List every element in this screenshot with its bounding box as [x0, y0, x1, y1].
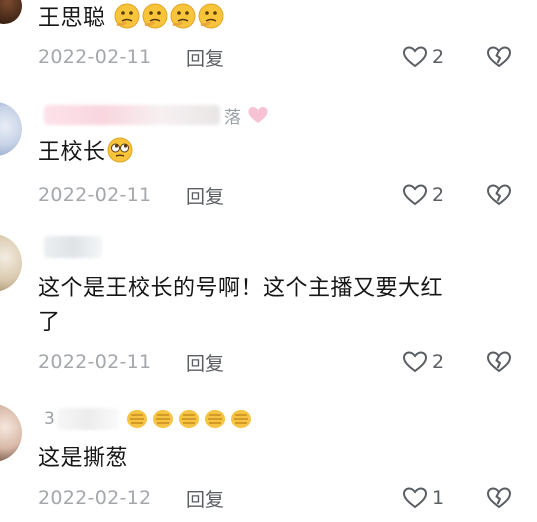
comment-date: 2022-02-12 [38, 487, 152, 509]
like-count: 2 [432, 351, 445, 373]
avatar[interactable] [0, 404, 22, 462]
broken-heart-icon[interactable] [486, 182, 512, 208]
username-suffix: 落 [224, 107, 241, 128]
comment-meta: 2022-02-11 回复 2 [38, 347, 537, 377]
avatar[interactable] [0, 0, 22, 24]
comment-date: 2022-02-11 [38, 46, 152, 68]
thinking-face-emoji [198, 3, 224, 29]
thinking-face-emoji [142, 3, 168, 29]
comment-text: 这个是王校长的号啊！这个主播又要大红 了 [38, 272, 507, 340]
pink-heart-emoji [248, 107, 268, 123]
comment-date: 2022-02-11 [38, 351, 152, 373]
clapping-hands-emoji [126, 410, 147, 428]
comment-meta: 2022-02-11 回复 2 [38, 180, 537, 210]
clapping-hands-emoji [204, 410, 225, 428]
comment-text: 王校长 [38, 136, 507, 170]
comment-text: 王思聪 [38, 2, 507, 36]
comment-username[interactable] [44, 234, 102, 260]
blurred-username [56, 408, 119, 430]
username-prefix: 3 [44, 409, 55, 429]
reply-button[interactable]: 回复 [186, 349, 224, 376]
broken-heart-icon[interactable] [486, 485, 512, 511]
blurred-username [44, 105, 220, 125]
like-count: 2 [432, 184, 445, 206]
avatar[interactable] [0, 234, 22, 292]
clapping-hands-emoji [178, 410, 199, 428]
like-button[interactable]: 2 [402, 182, 444, 208]
broken-heart-icon[interactable] [486, 44, 512, 70]
like-count: 2 [432, 46, 445, 68]
like-button[interactable]: 2 [402, 44, 444, 70]
clap-emoji-row [125, 408, 253, 430]
heart-outline-icon [402, 184, 428, 206]
comment-text-content: 王校长 [38, 140, 106, 165]
like-button[interactable]: 1 [402, 485, 444, 511]
comment-text-line: 这个是王校长的号啊！这个主播又要大红 [38, 276, 444, 301]
thinking-face-emoji [170, 3, 196, 29]
reply-button[interactable]: 回复 [186, 182, 224, 209]
clapping-hands-emoji [230, 410, 251, 428]
comment-username[interactable]: 落 [44, 102, 269, 128]
broken-heart-icon[interactable] [486, 349, 512, 375]
comment-meta: 2022-02-12 回复 1 [38, 483, 537, 513]
comment-username[interactable]: 3 [44, 406, 253, 432]
comment-text-content: 这是撕葱 [38, 446, 129, 471]
like-button[interactable]: 2 [402, 349, 444, 375]
rolling-eyes-emoji [107, 137, 133, 163]
comment-text: 这是撕葱 [38, 442, 507, 476]
reply-button[interactable]: 回复 [186, 44, 224, 71]
heart-outline-icon [402, 46, 428, 68]
comment-username: 王思聪 [38, 6, 106, 31]
blurred-username [44, 236, 102, 258]
comment-text-line: 了 [38, 310, 61, 335]
thinking-face-emoji [114, 3, 140, 29]
reply-button[interactable]: 回复 [186, 485, 224, 512]
heart-outline-icon [402, 351, 428, 373]
heart-outline-icon [402, 487, 428, 509]
avatar[interactable] [0, 102, 22, 156]
like-count: 1 [432, 487, 445, 509]
comment-date: 2022-02-11 [38, 184, 152, 206]
clapping-hands-emoji [152, 410, 173, 428]
comment-meta: 2022-02-11 回复 2 [38, 42, 537, 72]
